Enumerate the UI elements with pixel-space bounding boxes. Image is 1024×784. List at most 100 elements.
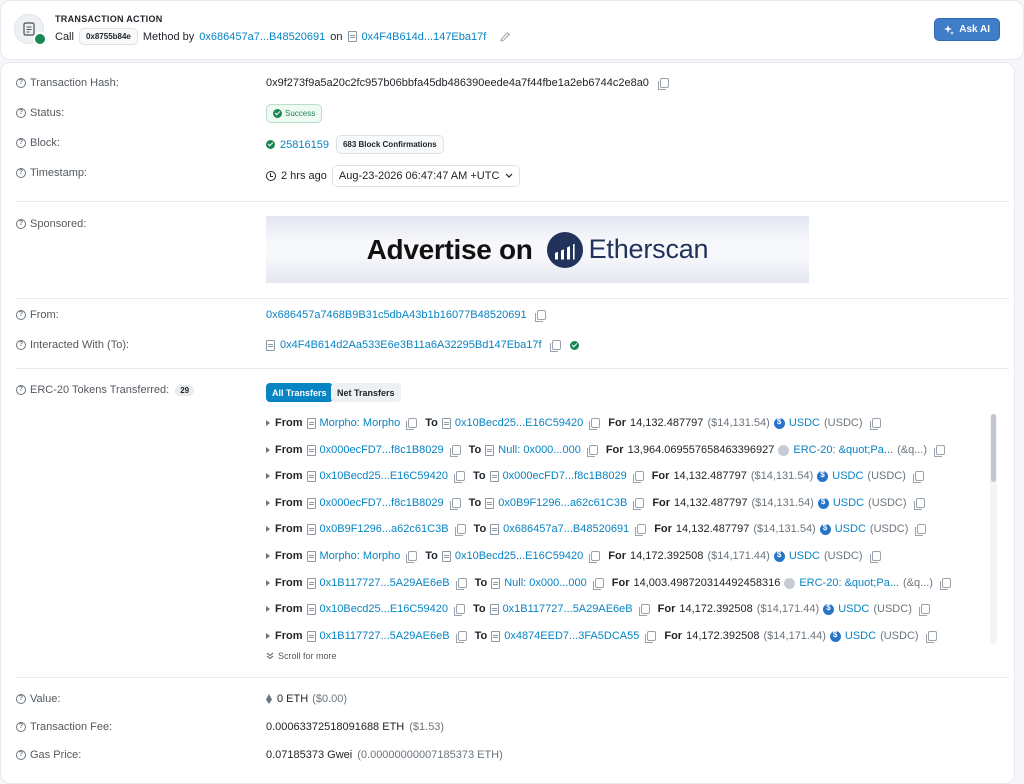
copy-icon[interactable] [534, 310, 546, 322]
caret-right-icon[interactable] [266, 553, 270, 559]
transfer-from-link[interactable]: 0x10Becd25...E16C59420 [320, 470, 448, 482]
edit-icon[interactable] [499, 31, 511, 43]
question-icon[interactable]: ? [16, 385, 26, 395]
copy-icon[interactable] [406, 551, 418, 563]
transfer-token-link[interactable]: USDC [789, 550, 820, 562]
caret-right-icon[interactable] [266, 473, 270, 479]
copy-icon[interactable] [589, 418, 601, 430]
tokens-label: ERC-20 Tokens Transferred: [30, 384, 170, 396]
copy-icon[interactable] [632, 471, 644, 483]
transfer-to-link[interactable]: 0x10Becd25...E16C59420 [455, 550, 583, 562]
from-address-link[interactable]: 0x686457a7468B9B31c5dbA43b1b16077B485206… [266, 309, 527, 321]
caret-right-icon[interactable] [266, 447, 270, 453]
copy-icon[interactable] [869, 551, 881, 563]
caret-right-icon[interactable] [266, 500, 270, 506]
transfer-token-link[interactable]: USDC [789, 417, 820, 429]
copy-icon[interactable] [449, 445, 461, 457]
question-icon[interactable]: ? [16, 750, 26, 760]
copy-icon[interactable] [635, 524, 647, 536]
copy-icon[interactable] [869, 418, 881, 430]
question-icon[interactable]: ? [16, 219, 26, 229]
transfer-to-link[interactable]: Null: 0x000...000 [498, 444, 581, 456]
transfer-usd: ($14,131.54) [751, 497, 814, 509]
caret-right-icon[interactable] [266, 633, 270, 639]
copy-icon[interactable] [913, 498, 925, 510]
caret-right-icon[interactable] [266, 526, 270, 532]
transfer-token-link[interactable]: USDC [835, 523, 866, 535]
transfer-from-link[interactable]: 0x1B117727...5A29AE6eB [320, 630, 450, 642]
copy-icon[interactable] [939, 578, 951, 590]
transfer-from-link[interactable]: 0x1B117727...5A29AE6eB [320, 577, 450, 589]
transfer-token-link[interactable]: USDC [838, 603, 869, 615]
copy-icon[interactable] [592, 578, 604, 590]
transfer-from-link[interactable]: 0x10Becd25...E16C59420 [320, 603, 448, 615]
question-icon[interactable]: ? [16, 694, 26, 704]
copy-icon[interactable] [549, 340, 561, 352]
copy-icon[interactable] [657, 78, 669, 90]
timestamp-format-dropdown[interactable]: Aug-23-2026 06:47:47 AM +UTC [331, 165, 521, 187]
caret-right-icon[interactable] [266, 580, 270, 586]
transfer-token-link[interactable]: USDC [832, 470, 863, 482]
action-from-address-link[interactable]: 0x686457a7...B48520691 [199, 31, 325, 43]
transfer-to-link[interactable]: 0x4874EED7...3FA5DCA55 [504, 630, 639, 642]
method-code-pill[interactable]: 0x8755b84e [78, 28, 138, 45]
copy-icon[interactable] [912, 471, 924, 483]
action-contract-link[interactable]: 0x4F4B614d...147Eba17f [362, 31, 487, 43]
copy-icon[interactable] [586, 445, 598, 457]
tab-net-transfers[interactable]: Net Transfers [331, 383, 401, 402]
caret-right-icon[interactable] [266, 420, 270, 426]
transfer-amount: 14,003.498720314492458316 [633, 577, 781, 589]
transfer-to-link[interactable]: 0x686457a7...B48520691 [503, 523, 629, 535]
block-number-link[interactable]: 25816159 [280, 139, 329, 151]
transfer-token-link[interactable]: ERC-20: &quot;Pa... [793, 444, 893, 456]
contract-document-icon [266, 339, 275, 351]
question-icon[interactable]: ? [16, 138, 26, 148]
copy-icon[interactable] [454, 524, 466, 536]
transfer-from-link[interactable]: 0x000ecFD7...f8c1B8029 [320, 444, 444, 456]
transfer-list-scrollbar-thumb[interactable] [991, 414, 996, 482]
copy-icon[interactable] [915, 524, 927, 536]
transfer-amount: 14,132.487797 [674, 497, 748, 509]
for-keyword: For [605, 444, 624, 456]
copy-icon[interactable] [406, 418, 418, 430]
interacted-address-link[interactable]: 0x4F4B614d2Aa533E6e3B11a6A32295Bd147Eba1… [280, 339, 542, 351]
copy-icon[interactable] [934, 445, 946, 457]
copy-icon[interactable] [449, 498, 461, 510]
question-icon[interactable]: ? [16, 78, 26, 88]
copy-icon[interactable] [638, 604, 650, 616]
transfer-from-link[interactable]: Morpho: Morpho [320, 417, 401, 429]
tab-all-transfers[interactable]: All Transfers [266, 383, 333, 402]
copy-icon[interactable] [455, 631, 467, 643]
transfer-to-link[interactable]: 0x10Becd25...E16C59420 [455, 417, 583, 429]
transfer-to-link[interactable]: 0x000ecFD7...f8c1B8029 [503, 470, 627, 482]
caret-right-icon[interactable] [266, 606, 270, 612]
transfer-from-link[interactable]: 0x000ecFD7...f8c1B8029 [320, 497, 444, 509]
sponsored-ad-banner[interactable]: Advertise on Etherscan [266, 216, 809, 283]
scroll-for-more[interactable]: Scroll for more [266, 651, 337, 661]
copy-icon[interactable] [918, 604, 930, 616]
copy-icon[interactable] [925, 631, 937, 643]
copy-icon[interactable] [453, 604, 465, 616]
transfer-token-link[interactable]: USDC [845, 630, 876, 642]
copy-icon[interactable] [453, 471, 465, 483]
question-icon[interactable]: ? [16, 310, 26, 320]
transfer-from-link[interactable]: 0x0B9F1296...a62c61C3B [320, 523, 449, 535]
transfer-to-link[interactable]: Null: 0x000...000 [504, 577, 587, 589]
question-icon[interactable]: ? [16, 108, 26, 118]
interacted-label-group: ? Interacted With (To): [16, 339, 129, 351]
fee-value-group: 0.00063372518091688 ETH ($1.53) [266, 721, 444, 733]
question-icon[interactable]: ? [16, 168, 26, 178]
copy-icon[interactable] [645, 631, 657, 643]
transfer-from-link[interactable]: Morpho: Morpho [320, 550, 401, 562]
transfer-to-link[interactable]: 0x0B9F1296...a62c61C3B [498, 497, 627, 509]
ask-ai-button[interactable]: Ask AI [934, 18, 1000, 41]
transfer-token-link[interactable]: ERC-20: &quot;Pa... [799, 577, 899, 589]
transfer-to-link[interactable]: 0x1B117727...5A29AE6eB [503, 603, 633, 615]
contract-document-icon [306, 577, 316, 589]
copy-icon[interactable] [455, 578, 467, 590]
copy-icon[interactable] [589, 551, 601, 563]
question-icon[interactable]: ? [16, 340, 26, 350]
transfer-token-link[interactable]: USDC [833, 497, 864, 509]
question-icon[interactable]: ? [16, 722, 26, 732]
copy-icon[interactable] [633, 498, 645, 510]
